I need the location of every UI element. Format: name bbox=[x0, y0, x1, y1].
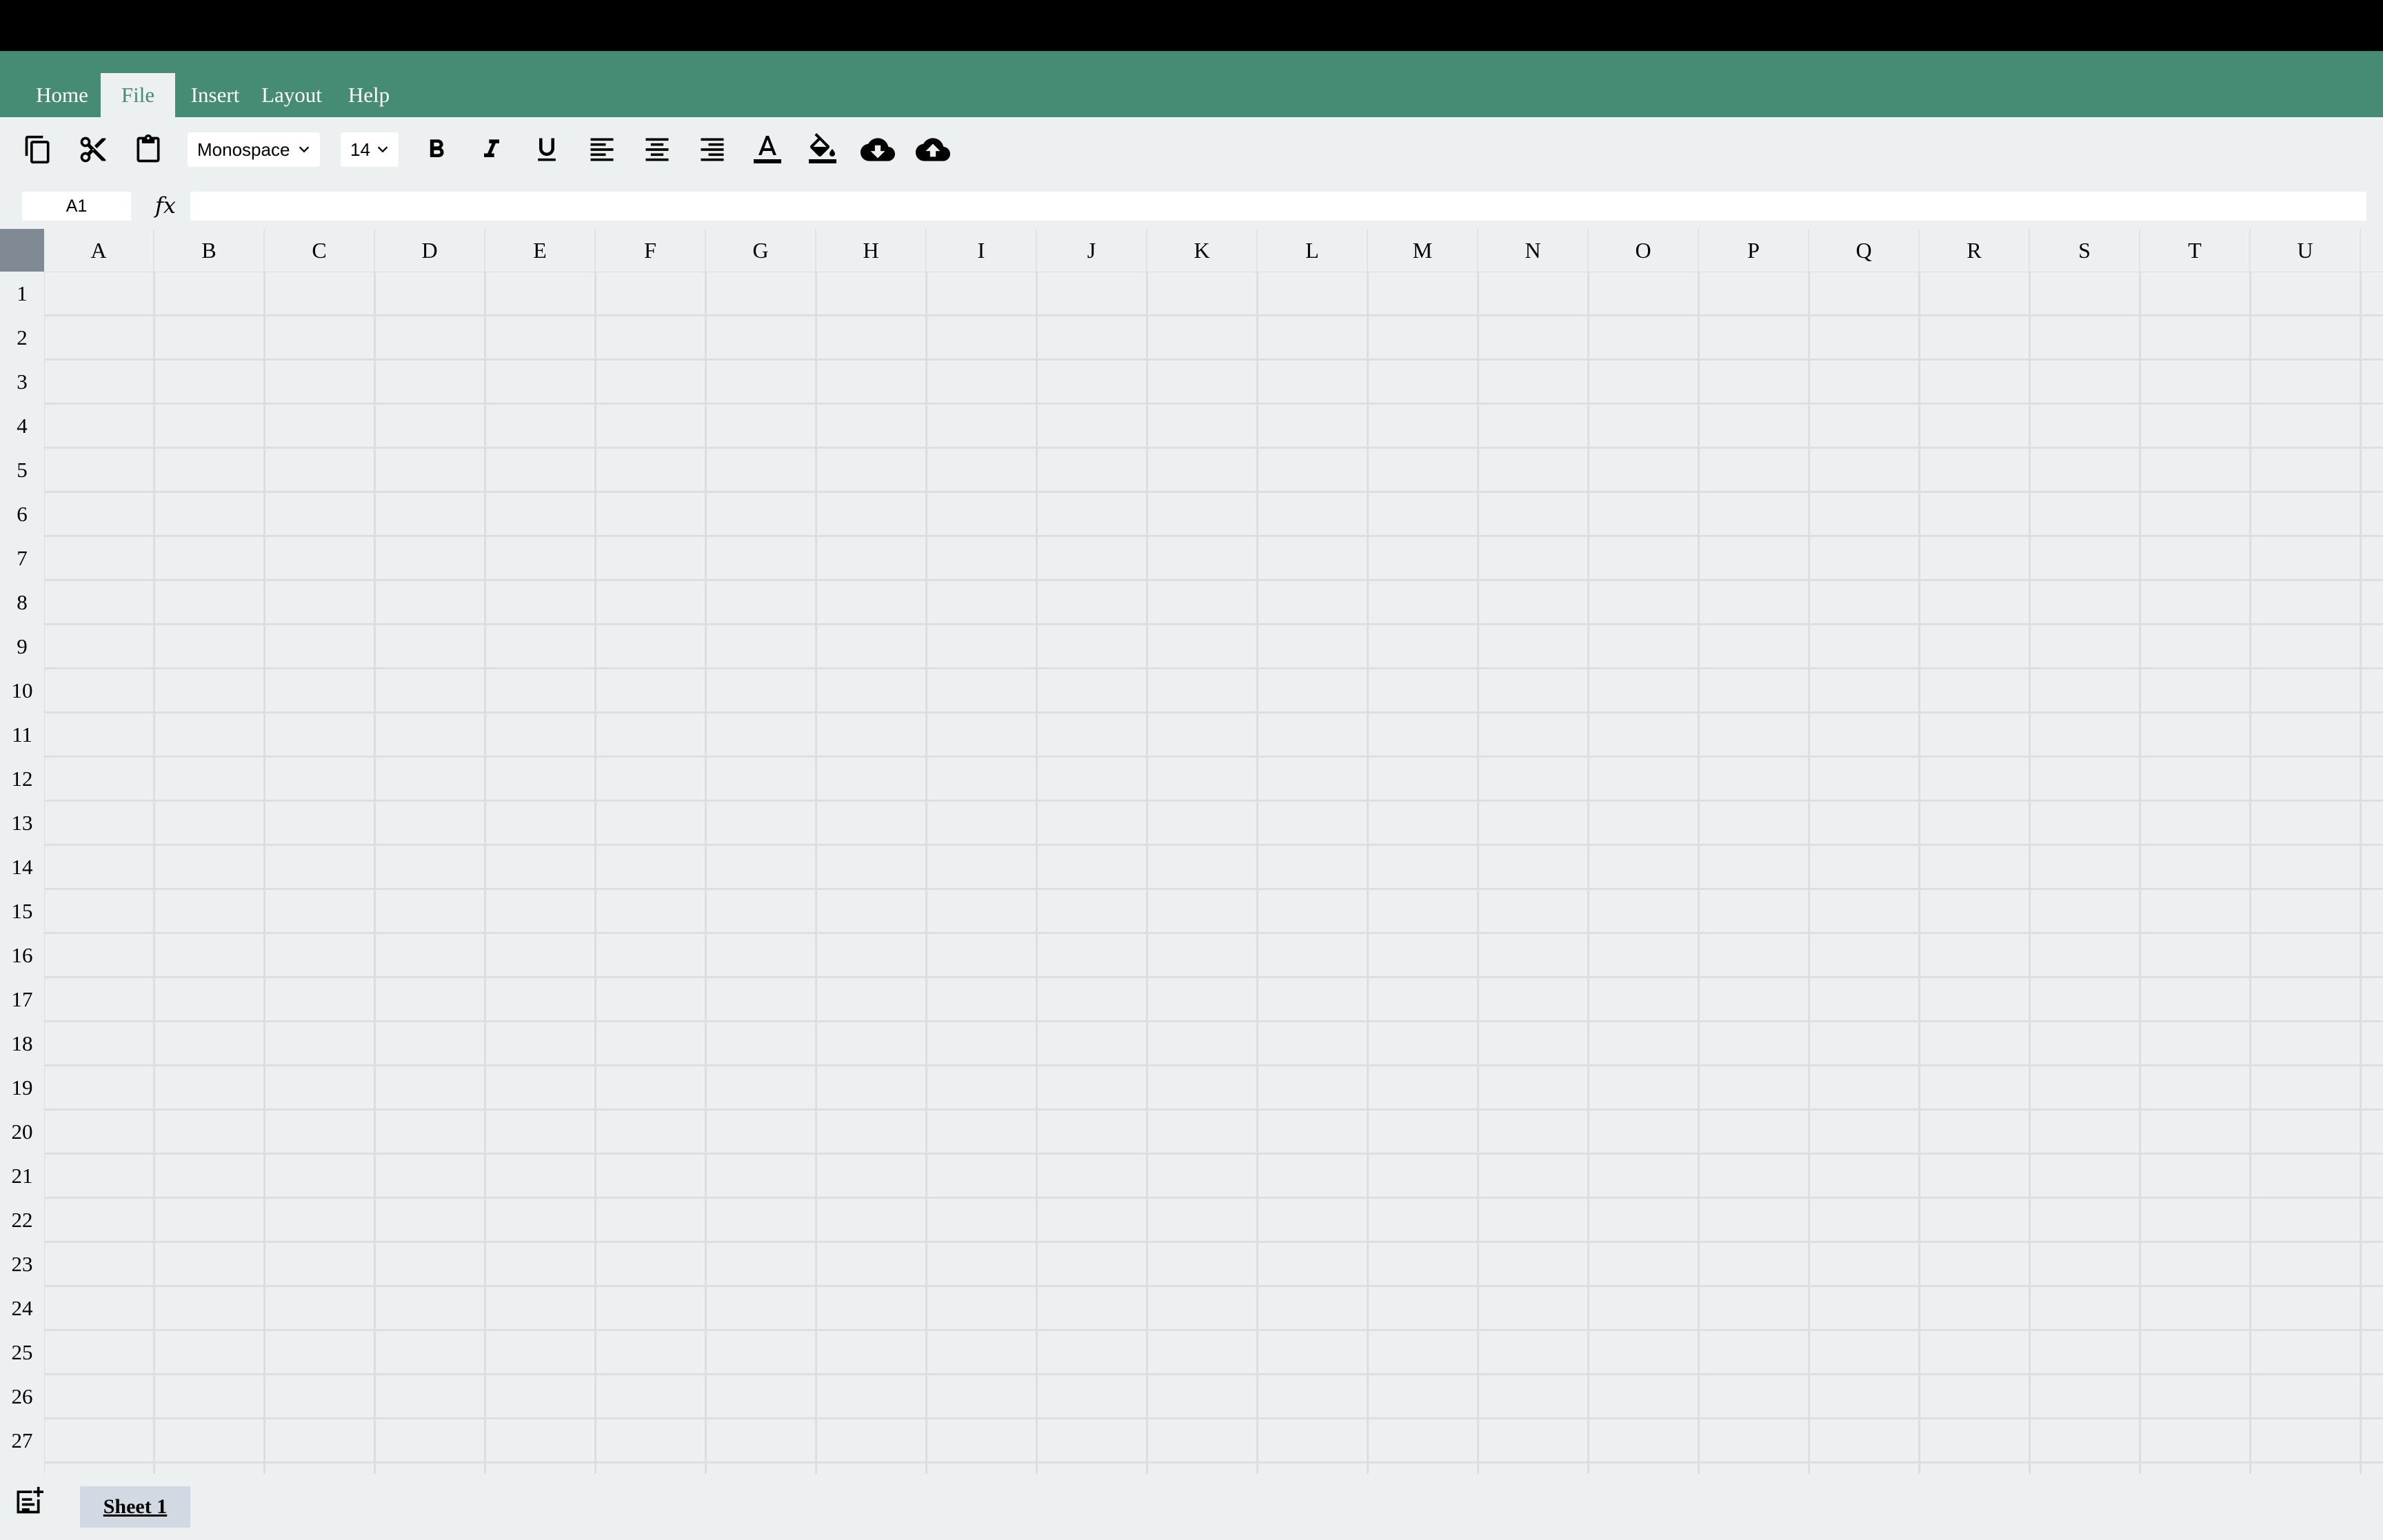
add-sheet-icon bbox=[17, 1486, 43, 1514]
column-header[interactable]: P bbox=[1699, 229, 1809, 272]
text-color-button[interactable] bbox=[749, 131, 786, 168]
column-header[interactable]: C bbox=[265, 229, 375, 272]
menu-layout[interactable]: Layout bbox=[255, 73, 328, 117]
column-header[interactable]: I bbox=[927, 229, 1037, 272]
sheet-bar: Sheet 1 bbox=[0, 1474, 2383, 1540]
add-sheet-button[interactable] bbox=[12, 1485, 44, 1517]
paste-icon bbox=[137, 134, 160, 163]
column-header[interactable]: M bbox=[1368, 229, 1478, 272]
column-header[interactable]: T bbox=[2140, 229, 2251, 272]
select-all-corner[interactable] bbox=[0, 229, 44, 272]
row-header[interactable]: 11 bbox=[0, 713, 44, 757]
fill-color-button[interactable] bbox=[804, 131, 841, 168]
column-header[interactable]: R bbox=[1920, 229, 2030, 272]
top-black-bar bbox=[0, 0, 2383, 51]
column-header[interactable]: F bbox=[596, 229, 706, 272]
toolbar: Monospace 14 bbox=[0, 117, 2383, 182]
menu-home[interactable]: Home bbox=[26, 73, 98, 117]
column-header[interactable]: J bbox=[1037, 229, 1147, 272]
column-header[interactable]: Q bbox=[1809, 229, 1920, 272]
column-header[interactable]: D bbox=[375, 229, 485, 272]
row-header[interactable]: 14 bbox=[0, 845, 44, 889]
column-header[interactable]: N bbox=[1478, 229, 1589, 272]
row-header[interactable]: 25 bbox=[0, 1330, 44, 1375]
row-header[interactable]: 20 bbox=[0, 1110, 44, 1154]
row-header[interactable]: 22 bbox=[0, 1198, 44, 1242]
row-header[interactable]: 16 bbox=[0, 933, 44, 977]
align-left-button[interactable] bbox=[583, 131, 621, 168]
italic-icon bbox=[484, 139, 499, 157]
row-header[interactable]: 10 bbox=[0, 669, 44, 713]
row-header[interactable]: 26 bbox=[0, 1375, 44, 1419]
font-size-value: 14 bbox=[350, 139, 370, 160]
column-header[interactable]: L bbox=[1258, 229, 1368, 272]
font-size-select[interactable]: 14 bbox=[341, 132, 399, 167]
cut-icon bbox=[80, 136, 106, 163]
row-header[interactable]: 24 bbox=[0, 1286, 44, 1330]
underline-icon bbox=[538, 138, 556, 161]
bold-icon bbox=[430, 139, 444, 157]
chevron-down-icon bbox=[377, 146, 388, 153]
row-header[interactable]: 27 bbox=[0, 1419, 44, 1463]
row-header[interactable]: 7 bbox=[0, 536, 44, 580]
bold-button[interactable] bbox=[418, 131, 455, 168]
download-button[interactable] bbox=[859, 131, 896, 168]
menu-bar: Home File Insert Layout Help bbox=[0, 51, 2383, 117]
italic-button[interactable] bbox=[473, 131, 510, 168]
align-right-button[interactable] bbox=[694, 131, 731, 168]
align-left-icon bbox=[590, 138, 614, 161]
text-color-icon bbox=[754, 136, 781, 163]
column-header[interactable]: S bbox=[2030, 229, 2140, 272]
row-header[interactable]: 5 bbox=[0, 448, 44, 492]
menu-help[interactable]: Help bbox=[341, 73, 397, 117]
row-header[interactable]: 18 bbox=[0, 1022, 44, 1066]
column-header[interactable]: K bbox=[1147, 229, 1258, 272]
cloud-upload-icon bbox=[916, 138, 950, 161]
menu-insert[interactable]: Insert bbox=[183, 73, 247, 117]
column-header[interactable]: B bbox=[154, 229, 265, 272]
sheet-tab-1[interactable]: Sheet 1 bbox=[80, 1486, 190, 1528]
row-header[interactable]: 8 bbox=[0, 580, 44, 625]
fx-label: fx bbox=[155, 192, 176, 219]
column-header[interactable]: G bbox=[706, 229, 816, 272]
row-header[interactable]: 2 bbox=[0, 316, 44, 360]
cell-grid[interactable] bbox=[44, 272, 2383, 1474]
row-header[interactable]: 13 bbox=[0, 801, 44, 845]
align-center-button[interactable] bbox=[639, 131, 676, 168]
row-header[interactable]: 23 bbox=[0, 1242, 44, 1286]
copy-button[interactable] bbox=[19, 131, 57, 168]
column-header[interactable]: A bbox=[44, 229, 154, 272]
cloud-download-icon bbox=[861, 138, 895, 161]
chevron-down-icon bbox=[299, 146, 310, 153]
font-family-select[interactable]: Monospace bbox=[188, 132, 320, 167]
row-header[interactable]: 21 bbox=[0, 1154, 44, 1198]
row-header[interactable]: 15 bbox=[0, 889, 44, 933]
row-header[interactable]: 3 bbox=[0, 360, 44, 404]
row-header[interactable]: 19 bbox=[0, 1066, 44, 1110]
cut-button[interactable] bbox=[74, 131, 112, 168]
spreadsheet-grid: ABCDEFGHIJKLMNOPQRSTU 1 2 3 4 5 6 7 8 9 10 11 12 13 1… bbox=[0, 229, 2383, 1474]
copy-icon bbox=[25, 135, 50, 164]
font-family-value: Monospace bbox=[197, 139, 290, 160]
row-header[interactable]: 9 bbox=[0, 625, 44, 669]
align-right-icon bbox=[701, 138, 724, 161]
row-header[interactable]: 4 bbox=[0, 404, 44, 448]
column-header[interactable]: U bbox=[2251, 229, 2361, 272]
underline-button[interactable] bbox=[528, 131, 565, 168]
menu-file[interactable]: File bbox=[101, 73, 175, 117]
row-header[interactable]: 6 bbox=[0, 492, 44, 536]
cell-reference-input[interactable] bbox=[22, 192, 131, 221]
fill-color-icon bbox=[809, 133, 836, 163]
column-header[interactable]: O bbox=[1589, 229, 1699, 272]
formula-bar: fx bbox=[0, 182, 2383, 229]
column-header[interactable]: E bbox=[485, 229, 596, 272]
upload-button[interactable] bbox=[914, 131, 952, 168]
paste-button[interactable] bbox=[130, 131, 167, 168]
align-center-icon bbox=[645, 138, 669, 161]
column-header[interactable]: H bbox=[816, 229, 927, 272]
row-header[interactable]: 17 bbox=[0, 977, 44, 1022]
row-header[interactable]: 1 bbox=[0, 272, 44, 316]
formula-input[interactable] bbox=[190, 192, 2366, 221]
row-header[interactable]: 12 bbox=[0, 757, 44, 801]
